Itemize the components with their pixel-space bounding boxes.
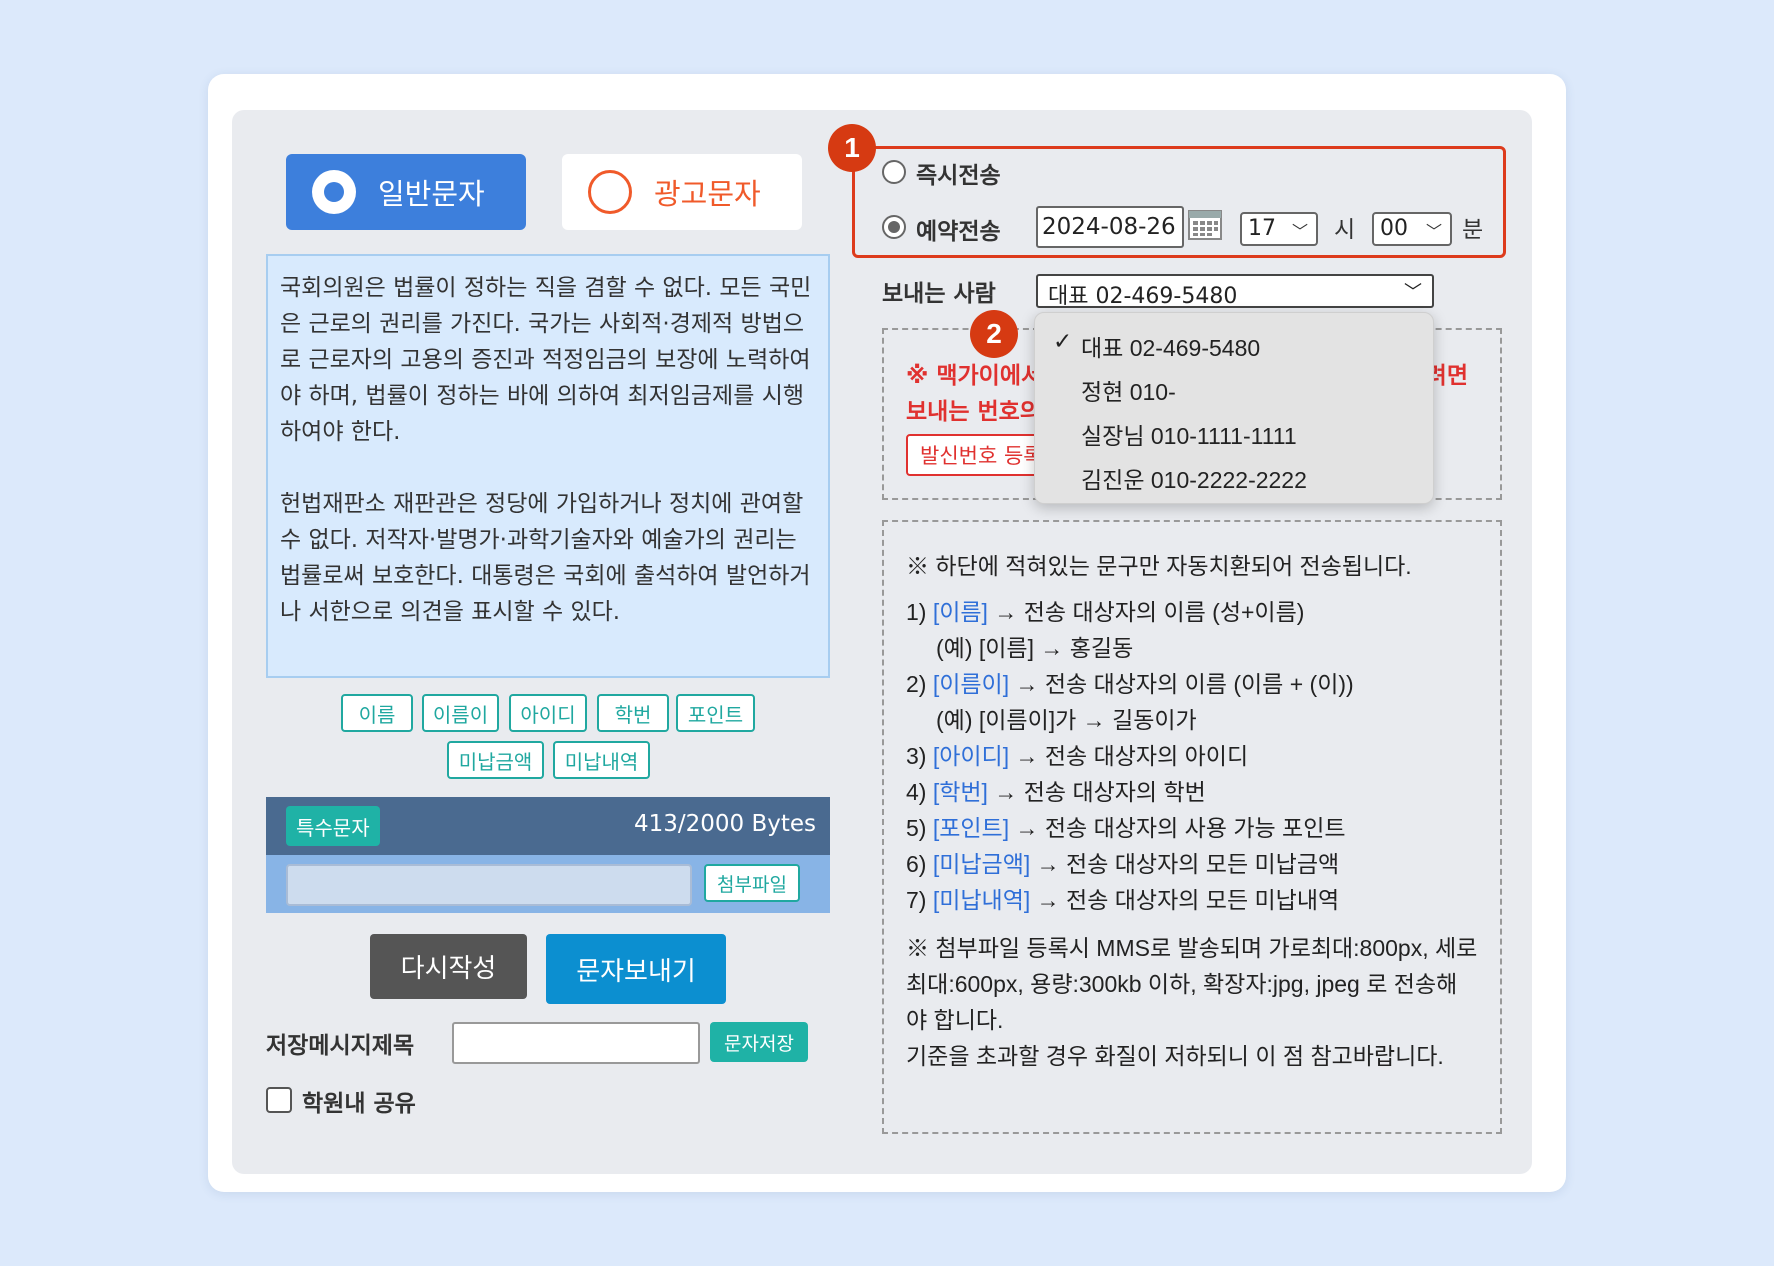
chevron-down-icon: ﹀ bbox=[1404, 282, 1422, 303]
info-item: 5) [포인트] → 전송 대상자의 사용 가능 포인트 bbox=[906, 815, 1346, 841]
send-message-button[interactable]: 문자보내기 bbox=[546, 934, 726, 1004]
warning-line-1: ※ 맥가이에서 bbox=[906, 363, 1043, 389]
rewrite-button[interactable]: 다시작성 bbox=[370, 934, 527, 999]
info-example: (예) [이름이]가 → 길동이가 bbox=[936, 707, 1197, 733]
tag-unpaid-amount-button[interactable]: 미납금액 bbox=[447, 741, 544, 779]
sender-dropdown-menu: ✓ 대표 02-469-5480 정현 010- 실장님 010-1111-11… bbox=[1034, 312, 1434, 504]
minute-value: 00 bbox=[1380, 216, 1408, 241]
hour-value: 17 bbox=[1248, 216, 1276, 241]
instant-send-label: 즉시전송 bbox=[916, 163, 1001, 189]
info-item: 2) [이름이] → 전송 대상자의 이름 (이름 + (이)) bbox=[906, 671, 1354, 697]
info-item: 1) [이름] → 전송 대상자의 이름 (성+이름) bbox=[906, 599, 1305, 625]
step-badge-2: 2 bbox=[970, 310, 1018, 358]
save-title-label: 저장메시지제목 bbox=[266, 1033, 415, 1059]
general-message-label: 일반문자 bbox=[378, 177, 485, 211]
reserved-send-radio[interactable] bbox=[882, 215, 906, 239]
info-item: 6) [미납금액] → 전송 대상자의 모든 미납금액 bbox=[906, 851, 1340, 877]
ad-message-label: 광고문자 bbox=[654, 177, 761, 211]
share-label: 학원내 공유 bbox=[302, 1091, 416, 1117]
hour-unit-label: 시 bbox=[1334, 217, 1356, 243]
radio-selected-icon bbox=[312, 170, 356, 214]
save-message-button[interactable]: 문자저장 bbox=[710, 1022, 808, 1062]
special-chars-button[interactable]: 특수문자 bbox=[286, 806, 380, 846]
dropdown-option[interactable]: 김진운 010-2222-2222 bbox=[1081, 461, 1307, 495]
tag-unpaid-detail-button[interactable]: 미납내역 bbox=[553, 741, 650, 779]
dropdown-option[interactable]: 정현 010- bbox=[1081, 373, 1176, 407]
chevron-down-icon: ﹀ bbox=[1291, 222, 1308, 241]
message-textarea[interactable]: 국회의원은 법률이 정하는 직을 겸할 수 없다. 모든 국민은 근로의 권리를… bbox=[266, 254, 830, 678]
auto-replace-info-box: ※ 하단에 적혀있는 문구만 자동치환되어 전송됩니다. 1) [이름] → 전… bbox=[882, 520, 1502, 1134]
byte-counter: 413/2000 Bytes bbox=[633, 811, 816, 837]
reserved-send-label: 예약전송 bbox=[916, 219, 1001, 245]
attach-bar: 첨부파일 bbox=[266, 855, 830, 913]
save-title-input[interactable] bbox=[452, 1022, 700, 1064]
tag-name-button[interactable]: 이름 bbox=[341, 694, 413, 732]
bytes-bar: 특수문자 413/2000 Bytes bbox=[266, 797, 830, 855]
tag-student-no-button[interactable]: 학번 bbox=[597, 694, 669, 732]
info-quality-note: 기준을 초과할 경우 화질이 저하되니 이 점 참고바랍니다. bbox=[906, 1043, 1444, 1069]
dropdown-option[interactable]: 대표 02-469-5480 bbox=[1081, 329, 1260, 363]
reserve-date-input[interactable]: 2024-08-26 bbox=[1036, 206, 1184, 248]
tag-point-button[interactable]: 포인트 bbox=[676, 694, 755, 732]
info-header: ※ 하단에 적혀있는 문구만 자동치환되어 전송됩니다. bbox=[906, 553, 1412, 579]
info-attach-note: ※ 첨부파일 등록시 MMS로 발송되며 가로최대:800px, 세로최대:60… bbox=[906, 935, 1478, 1033]
info-item: 3) [아이디] → 전송 대상자의 아이디 bbox=[906, 743, 1249, 769]
ad-message-button[interactable]: 광고문자 bbox=[562, 154, 802, 230]
attach-file-input[interactable] bbox=[286, 864, 692, 906]
minute-select[interactable]: 00 ﹀ bbox=[1372, 212, 1452, 246]
calendar-icon[interactable] bbox=[1188, 210, 1222, 240]
tag-name-i-button[interactable]: 이름이 bbox=[422, 694, 499, 732]
general-message-button[interactable]: 일반문자 bbox=[286, 154, 526, 230]
dropdown-option[interactable]: 실장님 010-1111-1111 bbox=[1081, 417, 1297, 451]
tag-id-button[interactable]: 아이디 bbox=[509, 694, 587, 732]
step-badge-1: 1 bbox=[828, 124, 876, 172]
share-checkbox[interactable] bbox=[266, 1087, 292, 1113]
info-item: 7) [미납내역] → 전송 대상자의 모든 미납내역 bbox=[906, 887, 1340, 913]
info-example: (예) [이름] → 홍길동 bbox=[936, 635, 1134, 661]
attach-file-button[interactable]: 첨부파일 bbox=[704, 864, 800, 902]
radio-empty-icon bbox=[588, 170, 632, 214]
sender-selected-value: 대표 02-469-5480 bbox=[1048, 284, 1238, 309]
info-item: 4) [학번] → 전송 대상자의 학번 bbox=[906, 779, 1206, 805]
hour-select[interactable]: 17 ﹀ bbox=[1240, 212, 1318, 246]
sender-select[interactable]: 대표 02-469-5480 ﹀ bbox=[1036, 274, 1434, 309]
chevron-down-icon: ﹀ bbox=[1425, 222, 1442, 241]
sender-label: 보내는 사람 bbox=[882, 281, 996, 307]
minute-unit-label: 분 bbox=[1462, 217, 1484, 243]
warning-line-2: 보내는 번호의 bbox=[906, 399, 1041, 425]
instant-send-radio[interactable] bbox=[882, 160, 906, 184]
checkmark-icon: ✓ bbox=[1053, 329, 1073, 355]
